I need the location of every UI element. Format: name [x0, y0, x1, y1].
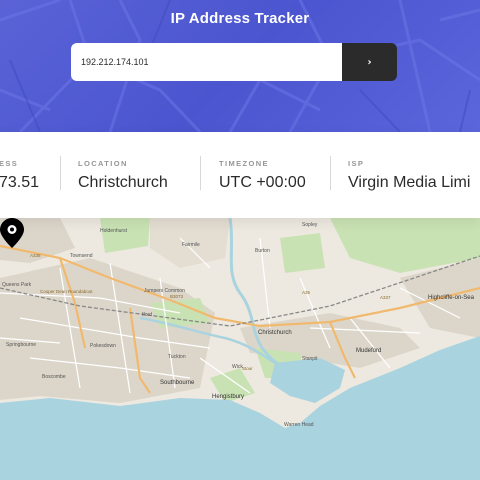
map-label: Highcliffe-on-Sea	[428, 295, 474, 301]
map-label: Burton	[255, 248, 270, 254]
map-label: Stour	[242, 366, 253, 371]
location-value: Christchurch	[78, 174, 168, 191]
map-label: Stanpit	[302, 356, 318, 362]
isp-label: ISP	[348, 159, 365, 168]
map-label: Townsend	[70, 253, 93, 259]
info-divider	[200, 156, 201, 190]
road-label: A337	[380, 295, 391, 300]
map-label: Springbourne	[6, 342, 37, 348]
road-label: B3073	[170, 294, 184, 299]
search-submit-button[interactable]: ›	[342, 43, 397, 81]
timezone-label: TIMEZONE	[219, 159, 269, 168]
map-label: Sopley	[302, 222, 318, 228]
map-label: Boscombe	[42, 374, 66, 380]
location-pin-icon[interactable]	[0, 218, 24, 248]
map-label: Pokesdown	[90, 343, 116, 349]
ip-search-form: ›	[71, 43, 397, 81]
map-label: Fairmile	[182, 242, 200, 248]
map-label: Tuckton	[168, 354, 186, 360]
info-divider	[60, 156, 61, 190]
location-label: LOCATION	[78, 159, 128, 168]
road-label: A35	[302, 290, 311, 295]
timezone-value: UTC +00:00	[219, 174, 306, 191]
page-title: IP Address Tracker	[170, 10, 310, 27]
map-label: Southbourne	[160, 380, 195, 386]
ip-info-panel: ESS 73.51 LOCATION Christchurch TIMEZONE…	[0, 132, 480, 218]
location-map[interactable]: Holdenhurst Townsend Queens Park Cooper …	[0, 218, 480, 480]
map-label: Holdenhurst	[100, 228, 127, 234]
header-banner: IP Address Tracker ›	[0, 0, 480, 132]
map-label: Queens Park	[2, 282, 32, 288]
map-label: Christchurch	[258, 330, 292, 336]
map-label: Hengistbury	[212, 394, 245, 400]
ip-address-label: ESS	[0, 159, 19, 168]
ip-address-value: 73.51	[0, 174, 40, 191]
map-label: Mudeford	[356, 348, 382, 354]
map-label: Iford	[142, 312, 153, 318]
isp-value: Virgin Media Limi	[348, 174, 471, 191]
ip-search-input[interactable]	[71, 43, 342, 81]
map-label: Cooper Dean Roundabout	[40, 289, 93, 294]
info-divider	[330, 156, 331, 190]
road-label: A338	[30, 253, 41, 258]
map-label: Warren Head	[284, 422, 314, 428]
chevron-right-icon: ›	[367, 56, 372, 68]
